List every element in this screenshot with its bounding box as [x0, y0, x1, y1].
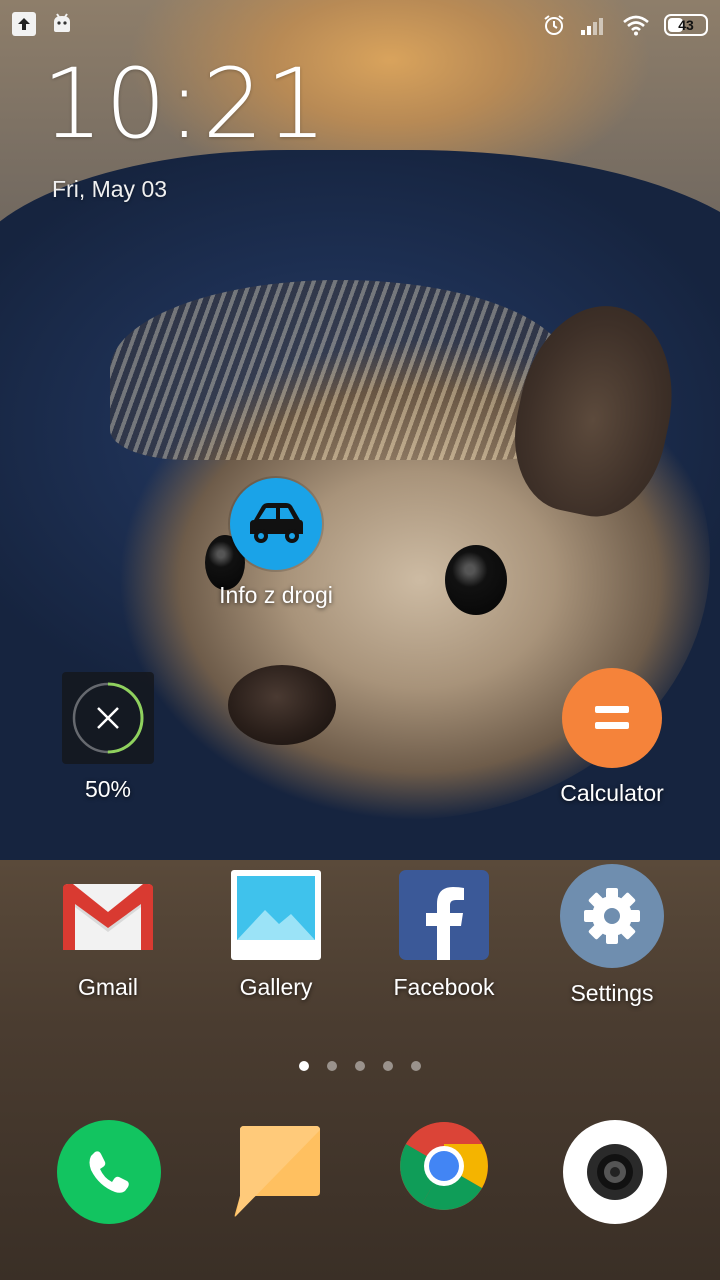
- app-label: Settings: [570, 980, 654, 1006]
- cleaner-widget[interactable]: 50%: [28, 672, 188, 803]
- app-label: Info z drogi: [219, 582, 333, 608]
- page-dot[interactable]: [327, 1061, 337, 1071]
- page-dot[interactable]: [355, 1061, 365, 1071]
- page-indicator[interactable]: [0, 1061, 720, 1071]
- dock-messaging[interactable]: [232, 1120, 342, 1230]
- dock-phone[interactable]: [54, 1120, 164, 1230]
- battery-indicator: 43: [664, 14, 708, 36]
- app-label: Calculator: [560, 780, 664, 806]
- gmail-icon: [61, 868, 155, 962]
- upload-icon: [12, 12, 36, 36]
- signal-icon: [581, 18, 603, 35]
- camera-icon: [563, 1120, 667, 1224]
- car-icon: [230, 478, 322, 570]
- dock-chrome[interactable]: [398, 1120, 508, 1230]
- cleaner-progress-ring: [72, 682, 144, 754]
- close-icon: [97, 707, 119, 729]
- app-info-z-drogi[interactable]: Info z drogi: [196, 478, 356, 609]
- gear-icon: [560, 864, 664, 968]
- clock-date[interactable]: Fri, May 03: [52, 176, 167, 203]
- page-dot[interactable]: [299, 1061, 309, 1071]
- status-bar: 43: [0, 0, 720, 50]
- clock-time[interactable]: 10:21: [42, 56, 329, 152]
- gallery-icon: [229, 868, 323, 962]
- app-label: Gmail: [77, 974, 139, 1000]
- app-calculator[interactable]: Calculator: [532, 668, 692, 807]
- app-facebook[interactable]: Facebook: [364, 868, 524, 1001]
- cleaner-percent: 50%: [84, 776, 132, 802]
- app-gallery[interactable]: Gallery: [196, 868, 356, 1001]
- dock-camera[interactable]: [560, 1120, 670, 1230]
- page-dot[interactable]: [383, 1061, 393, 1071]
- android-icon: [50, 12, 74, 36]
- app-settings[interactable]: Settings: [532, 864, 692, 1007]
- app-label: Gallery: [239, 974, 313, 1000]
- equals-icon: [562, 668, 662, 768]
- alarm-icon: [544, 15, 564, 35]
- app-gmail[interactable]: Gmail: [28, 868, 188, 1001]
- message-icon: [232, 1120, 342, 1225]
- facebook-icon: [397, 868, 491, 962]
- page-dot[interactable]: [411, 1061, 421, 1071]
- phone-icon: [57, 1120, 161, 1224]
- battery-level: 43: [678, 17, 694, 33]
- wifi-icon: [623, 15, 649, 36]
- chrome-icon: [398, 1120, 508, 1217]
- app-label: Facebook: [393, 974, 495, 1000]
